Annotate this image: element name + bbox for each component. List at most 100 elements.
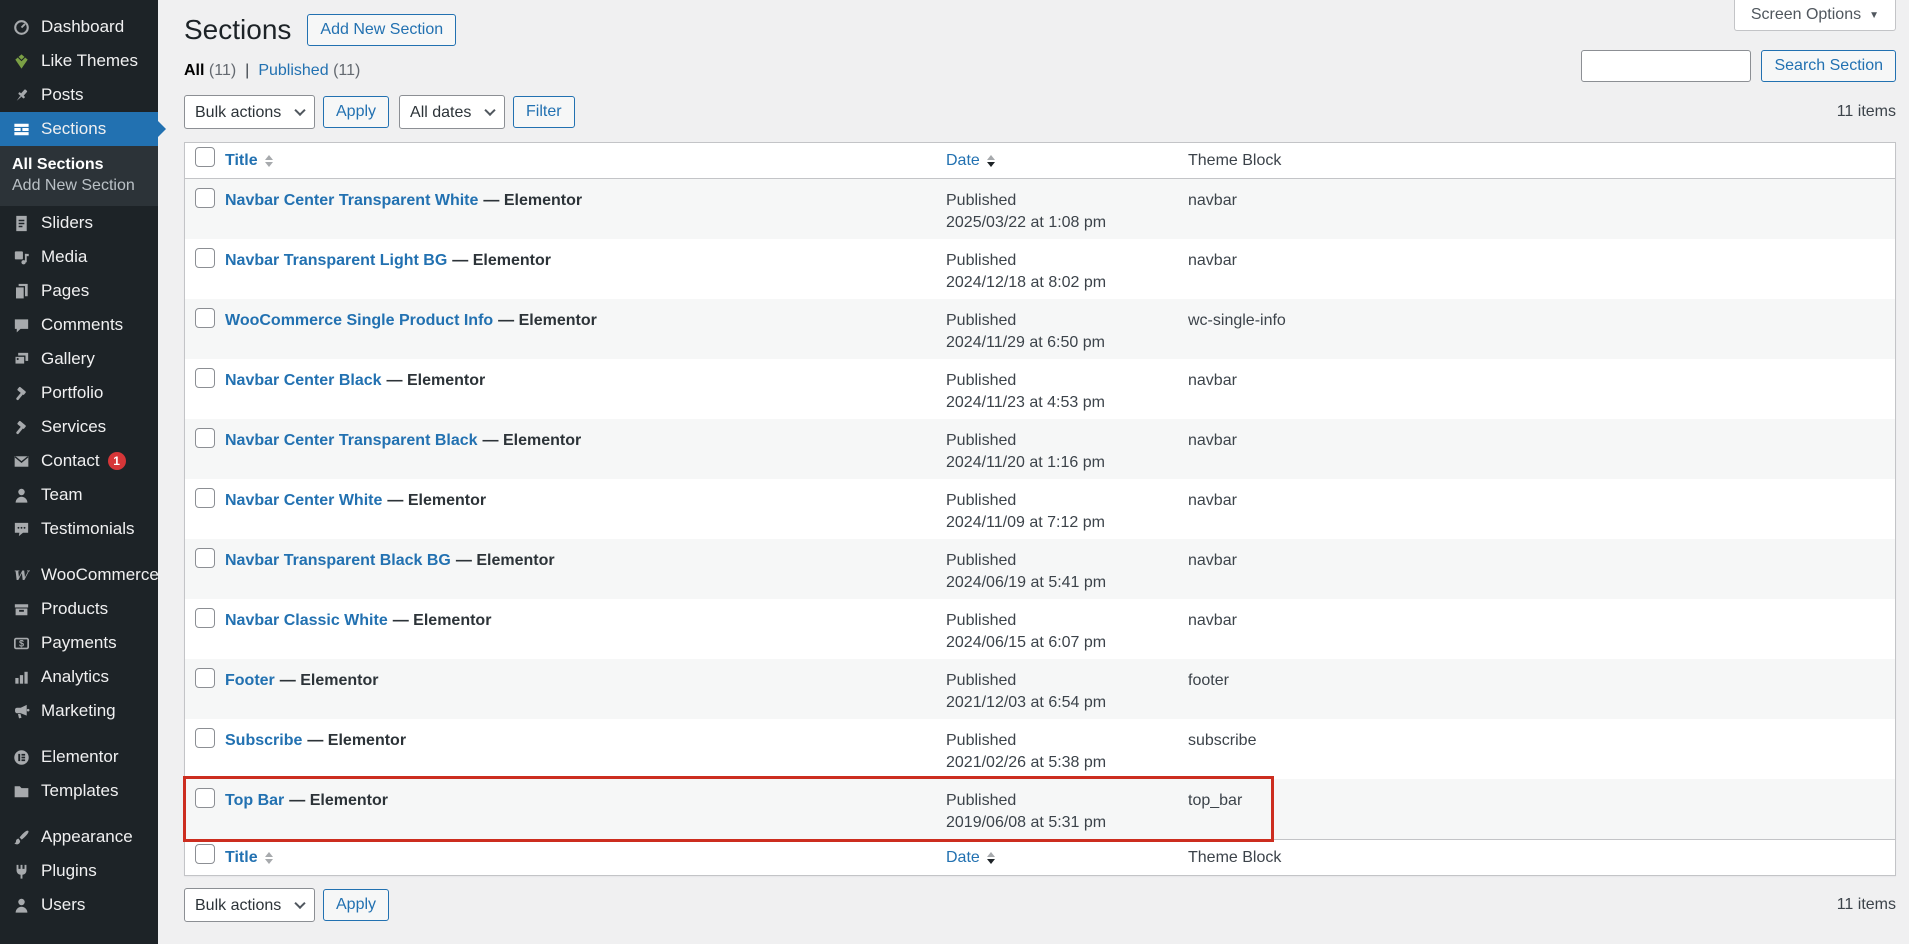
- row-checkbox[interactable]: [195, 788, 215, 808]
- testimonial-icon: [10, 519, 32, 539]
- sort-by-title-link[interactable]: Title: [225, 847, 273, 869]
- sidebar-item-dashboard[interactable]: Dashboard: [0, 10, 158, 44]
- filter-published-link[interactable]: Published: [258, 62, 328, 79]
- apply-button[interactable]: Apply: [323, 889, 389, 921]
- row-title-link[interactable]: Top Bar: [225, 792, 284, 809]
- sidebar-item-products[interactable]: Products: [0, 592, 158, 626]
- row-date: 2024/06/15 at 6:07 pm: [946, 632, 1178, 654]
- sidebar-item-posts[interactable]: Posts: [0, 78, 158, 112]
- table-row: Navbar Center Transparent White— Element…: [185, 179, 1895, 239]
- row-theme-block: footer: [1188, 659, 1895, 719]
- bulk-actions-area: Bulk actions Apply: [184, 888, 389, 922]
- sidebar-item-like-themes[interactable]: Like Themes: [0, 44, 158, 78]
- sidebar-item-templates[interactable]: Templates: [0, 774, 158, 808]
- row-date: 2024/11/20 at 1:16 pm: [946, 452, 1178, 474]
- row-status: Published: [946, 250, 1178, 272]
- row-title-link[interactable]: Navbar Center Transparent Black: [225, 432, 478, 449]
- filter-all[interactable]: All (11): [184, 62, 236, 80]
- row-title-suffix: — Elementor: [307, 732, 406, 749]
- table-toolbar-bottom: Bulk actions Apply 11 items: [184, 888, 1896, 922]
- sidebar-item-team[interactable]: Team: [0, 478, 158, 512]
- sidebar-item-woocommerce[interactable]: WooCommerce: [0, 558, 158, 592]
- table-row: Navbar Classic White— Elementor Publishe…: [185, 599, 1895, 659]
- sidebar-item-pages[interactable]: Pages: [0, 274, 158, 308]
- filter-button[interactable]: Filter: [513, 96, 575, 128]
- row-title-link[interactable]: Navbar Center White: [225, 492, 382, 509]
- media-icon: [10, 247, 32, 267]
- search-input[interactable]: [1581, 50, 1751, 82]
- sidebar-item-add-new-section[interactable]: Add New Section: [0, 176, 158, 206]
- row-status: Published: [946, 310, 1178, 332]
- sidebar-item-users[interactable]: Users: [0, 888, 158, 922]
- sidebar-item-testimonials[interactable]: Testimonials: [0, 512, 158, 546]
- main-content: Screen Options ▼ Sections Add New Sectio…: [158, 0, 1909, 922]
- filter-published[interactable]: Published (11): [258, 62, 360, 80]
- select-all-checkbox[interactable]: [195, 844, 215, 864]
- sidebar-item-sliders[interactable]: Sliders: [0, 206, 158, 240]
- comment-icon: [10, 315, 32, 335]
- sidebar-item-comments[interactable]: Comments: [0, 308, 158, 342]
- sidebar-item-plugins[interactable]: Plugins: [0, 854, 158, 888]
- sidebar-item-media[interactable]: Media: [0, 240, 158, 274]
- row-title-link[interactable]: WooCommerce Single Product Info: [225, 312, 493, 329]
- add-new-section-button[interactable]: Add New Section: [307, 14, 456, 46]
- pushpin-icon: [10, 85, 32, 105]
- row-checkbox[interactable]: [195, 668, 215, 688]
- apply-button[interactable]: Apply: [323, 96, 389, 128]
- sidebar-item-contact[interactable]: Contact 1: [0, 444, 158, 478]
- table-toolbar-top: Bulk actions Apply All dates Filter 11 i…: [184, 95, 1896, 129]
- row-checkbox[interactable]: [195, 548, 215, 568]
- row-title-suffix: — Elementor: [456, 552, 555, 569]
- search-section-button[interactable]: Search Section: [1761, 50, 1896, 82]
- select-all-checkbox[interactable]: [195, 147, 215, 167]
- sidebar-item-payments[interactable]: Payments: [0, 626, 158, 660]
- sidebar-item-analytics[interactable]: Analytics: [0, 660, 158, 694]
- elementor-icon: [10, 747, 32, 767]
- sidebar-item-gallery[interactable]: Gallery: [0, 342, 158, 376]
- row-checkbox[interactable]: [195, 728, 215, 748]
- row-checkbox[interactable]: [195, 488, 215, 508]
- sort-by-title-link[interactable]: Title: [225, 150, 273, 172]
- dashboard-icon: [10, 17, 32, 37]
- sidebar-item-all-sections[interactable]: All Sections: [0, 146, 158, 176]
- date-filter-select[interactable]: All dates: [399, 95, 505, 129]
- gallery-icon: [10, 349, 32, 369]
- row-checkbox[interactable]: [195, 608, 215, 628]
- plug-icon: [10, 861, 32, 881]
- sidebar-item-marketing[interactable]: Marketing: [0, 694, 158, 728]
- row-title-link[interactable]: Navbar Center Black: [225, 372, 382, 389]
- row-checkbox[interactable]: [195, 428, 215, 448]
- chevron-down-icon: ▼: [1869, 10, 1879, 21]
- row-theme-block: top_bar: [1188, 779, 1895, 839]
- sidebar-item-appearance[interactable]: Appearance: [0, 820, 158, 854]
- row-checkbox[interactable]: [195, 308, 215, 328]
- row-theme-block: navbar: [1188, 239, 1895, 299]
- products-icon: [10, 599, 32, 619]
- table-row: Top Bar— Elementor Published 2019/06/08 …: [185, 779, 1895, 839]
- row-title-link[interactable]: Navbar Center Transparent White: [225, 192, 478, 209]
- row-title-link[interactable]: Navbar Transparent Black BG: [225, 552, 451, 569]
- row-title-suffix: — Elementor: [289, 792, 388, 809]
- row-status: Published: [946, 370, 1178, 392]
- unread-badge: 1: [108, 452, 126, 470]
- screen-options-label: Screen Options: [1751, 6, 1861, 24]
- row-checkbox[interactable]: [195, 188, 215, 208]
- row-theme-block: navbar: [1188, 599, 1895, 659]
- row-title-link[interactable]: Subscribe: [225, 732, 302, 749]
- bulk-actions-select[interactable]: Bulk actions: [184, 95, 315, 129]
- row-checkbox[interactable]: [195, 248, 215, 268]
- row-status: Published: [946, 490, 1178, 512]
- bulk-actions-select[interactable]: Bulk actions: [184, 888, 315, 922]
- screen-options-button[interactable]: Screen Options ▼: [1734, 0, 1896, 31]
- sidebar-item-elementor[interactable]: Elementor: [0, 740, 158, 774]
- sort-by-date-link[interactable]: Date: [946, 847, 995, 869]
- sort-by-date-link[interactable]: Date: [946, 150, 995, 172]
- sidebar-item-sections[interactable]: Sections: [0, 112, 158, 146]
- row-title-link[interactable]: Navbar Transparent Light BG: [225, 252, 447, 269]
- sidebar-item-services[interactable]: Services: [0, 410, 158, 444]
- row-title-link[interactable]: Footer: [225, 672, 275, 689]
- sidebar-item-portfolio[interactable]: Portfolio: [0, 376, 158, 410]
- table-row: Footer— Elementor Published 2021/12/03 a…: [185, 659, 1895, 719]
- row-title-link[interactable]: Navbar Classic White: [225, 612, 388, 629]
- row-checkbox[interactable]: [195, 368, 215, 388]
